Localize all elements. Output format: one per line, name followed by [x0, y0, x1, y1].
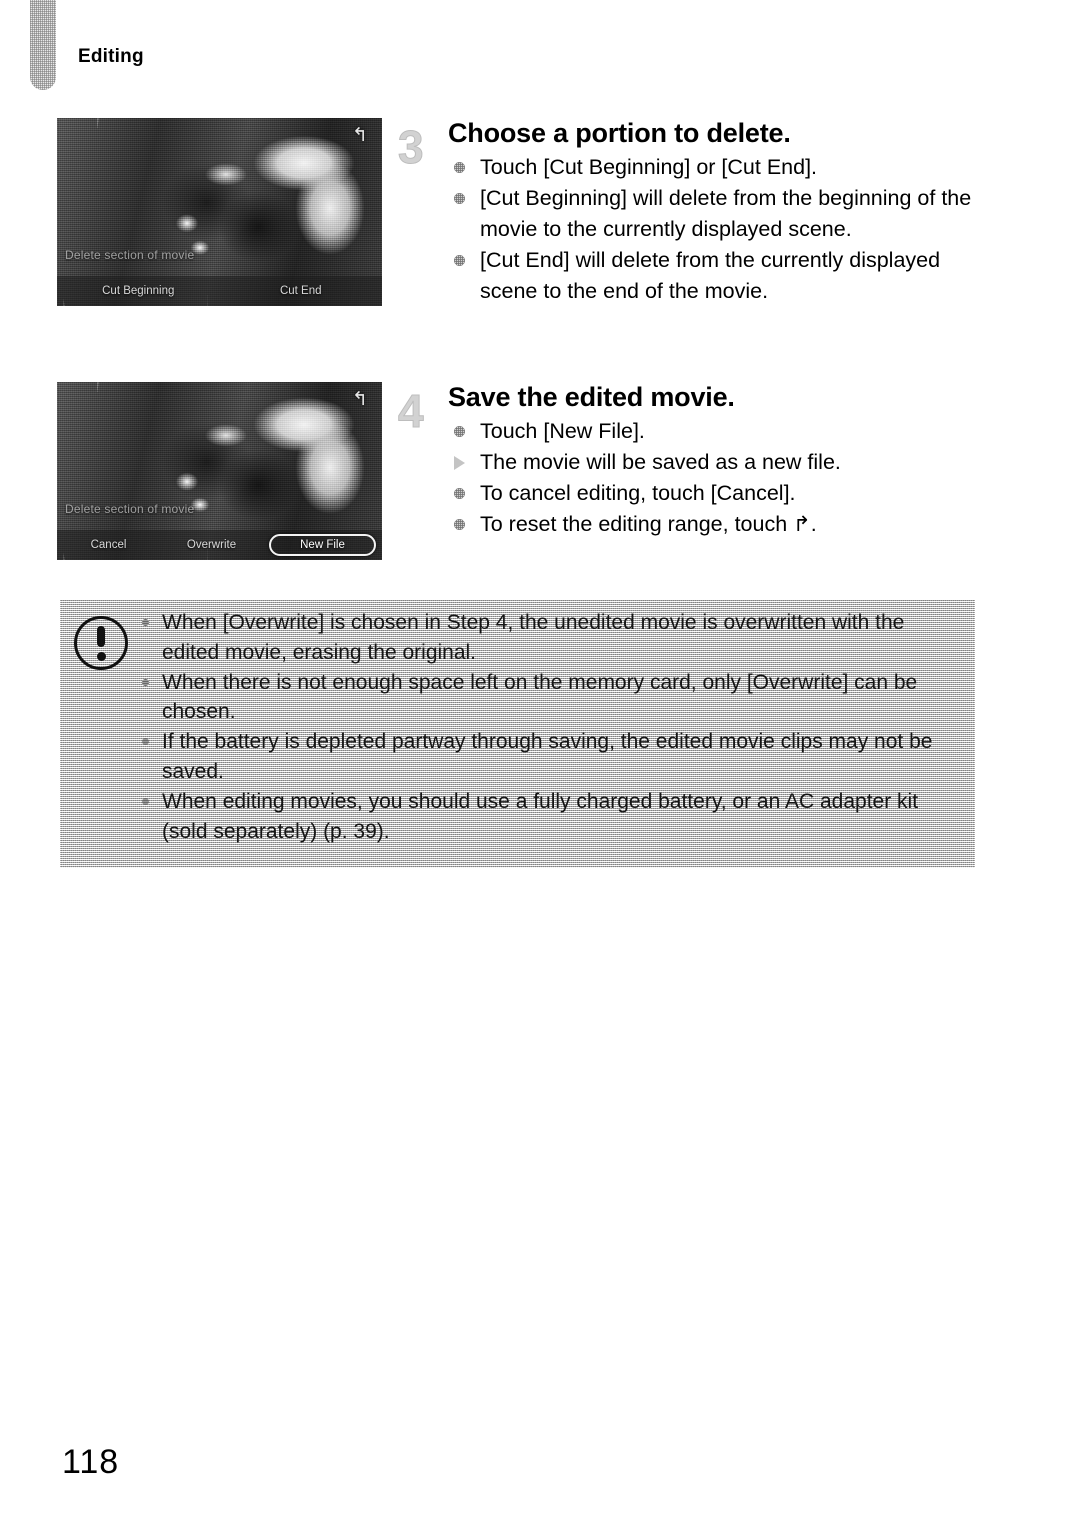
page-edge-tab	[30, 0, 56, 90]
list-item: To reset the editing range, touch ↰.	[448, 509, 998, 540]
exclamation-stem	[97, 626, 105, 647]
step-3-bullet-list: Touch [Cut Beginning] or [Cut End]. [Cut…	[448, 152, 998, 307]
list-item: The movie will be saved as a new file.	[448, 447, 998, 478]
camera-button-bar: Cut Beginning Cut End	[57, 276, 382, 306]
list-item-text: Touch [New File].	[480, 419, 645, 444]
list-item: [Cut Beginning] will delete from the beg…	[448, 183, 998, 245]
bullet-triangle-icon	[454, 456, 465, 471]
screen-hint-label: Delete section of movie	[65, 502, 195, 516]
bullet-dot-icon	[142, 619, 149, 626]
bullet-dot-icon	[454, 162, 465, 174]
list-item-text: When there is not enough space left on t…	[162, 670, 918, 724]
camera-screenshot-step-3: ↰ Delete section of movie Cut Beginning …	[57, 118, 382, 306]
bullet-dot-icon	[454, 426, 465, 438]
list-item-text: If the battery is depleted partway throu…	[162, 730, 933, 784]
list-item-text: When [Overwrite] is chosen in Step 4, th…	[162, 611, 905, 664]
return-arrow-icon: ↰	[793, 513, 811, 537]
bullet-dot-icon	[454, 488, 465, 500]
exclamation-dot	[96, 652, 106, 661]
list-item: When there is not enough space left on t…	[140, 668, 957, 728]
list-item: Touch [New File].	[448, 416, 998, 447]
new-file-button[interactable]: New File	[269, 534, 376, 556]
list-item-text: To reset the editing range, touch	[480, 512, 794, 537]
list-item-text: To cancel editing, touch [Cancel].	[480, 481, 796, 506]
cut-end-button[interactable]: Cut End	[220, 285, 383, 297]
list-item-text-suffix: .	[810, 512, 817, 537]
list-item-text: Touch [Cut Beginning] or [Cut End].	[480, 155, 818, 180]
running-head: Editing	[78, 46, 144, 67]
return-arrow-icon[interactable]: ↰	[349, 390, 371, 410]
camera-button-bar: Cancel Overwrite New File	[57, 530, 382, 560]
step-3-number: 3	[398, 121, 425, 173]
list-item: Touch [Cut Beginning] or [Cut End].	[448, 152, 998, 183]
bullet-dot-icon	[454, 519, 465, 531]
list-item: When [Overwrite] is chosen in Step 4, th…	[140, 608, 957, 668]
step-4-number: 4	[398, 385, 425, 437]
caution-panel: When [Overwrite] is chosen in Step 4, th…	[60, 600, 975, 868]
exclamation-circle-icon	[74, 616, 128, 670]
cut-beginning-button[interactable]: Cut Beginning	[57, 285, 220, 297]
step-3-body: 3 Choose a portion to delete. Touch [Cut…	[398, 118, 998, 307]
step-4-body: 4 Save the edited movie. Touch [New File…	[398, 382, 998, 540]
list-item-text: [Cut End] will delete from the currently…	[480, 248, 941, 304]
bullet-dot-icon	[454, 193, 465, 205]
list-item-text: The movie will be saved as a new file.	[480, 450, 841, 475]
bullet-dot-icon	[142, 738, 149, 746]
step-3-title: Choose a portion to delete.	[448, 118, 791, 148]
list-item: To cancel editing, touch [Cancel].	[448, 478, 998, 509]
page-number: 118	[62, 1443, 120, 1481]
return-arrow-icon[interactable]: ↰	[349, 126, 371, 146]
list-item-text: When editing movies, you should use a fu…	[162, 789, 919, 843]
bullet-dot-icon	[142, 678, 149, 686]
step-4-title: Save the edited movie.	[448, 382, 735, 412]
list-item-text: [Cut Beginning] will delete from the beg…	[480, 186, 972, 242]
overwrite-button[interactable]: Overwrite	[160, 539, 263, 551]
bullet-dot-icon	[454, 255, 465, 267]
list-item: When editing movies, you should use a fu…	[140, 787, 957, 847]
camera-screenshot-step-4: ↰ Delete section of movie Cancel Overwri…	[57, 382, 382, 560]
list-item: [Cut End] will delete from the currently…	[448, 245, 998, 307]
cancel-button[interactable]: Cancel	[57, 539, 160, 551]
screen-hint-label: Delete section of movie	[65, 248, 195, 262]
list-item: If the battery is depleted partway throu…	[140, 727, 957, 787]
bullet-dot-icon	[142, 797, 149, 805]
caution-list: When [Overwrite] is chosen in Step 4, th…	[140, 608, 957, 847]
step-4-bullet-list: Touch [New File]. The movie will be save…	[448, 416, 998, 540]
